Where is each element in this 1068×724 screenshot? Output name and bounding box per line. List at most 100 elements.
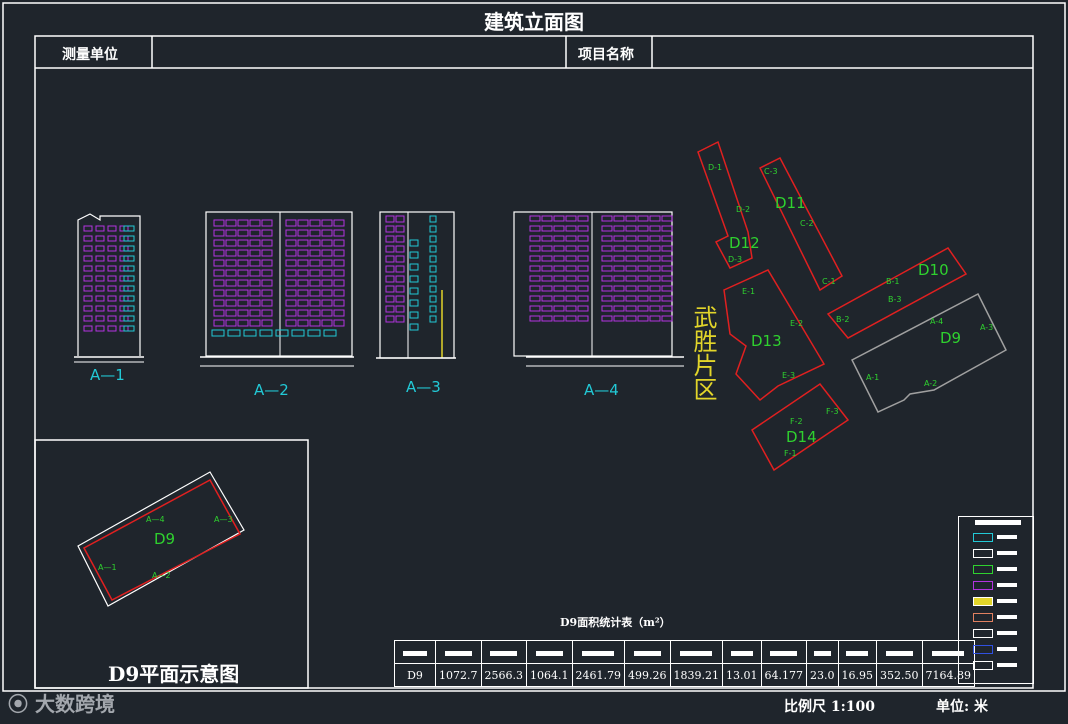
window	[395, 285, 405, 293]
window	[565, 315, 577, 322]
window	[385, 295, 395, 303]
window	[321, 279, 333, 287]
window	[577, 235, 589, 242]
window	[613, 225, 625, 232]
building-label-d10: D10	[918, 261, 949, 279]
window	[529, 215, 541, 222]
window	[261, 259, 273, 267]
window	[285, 259, 297, 267]
window	[649, 275, 661, 282]
window	[297, 229, 309, 237]
window	[309, 309, 321, 317]
window	[333, 249, 345, 257]
survey-unit-label: 测量单位	[62, 47, 118, 63]
elevation-label-a4: A—4	[584, 381, 619, 399]
plan-building-label: D9	[154, 530, 176, 548]
window	[409, 299, 419, 307]
window	[553, 255, 565, 262]
window	[83, 225, 93, 232]
table-cell: 1839.21	[669, 663, 723, 687]
window	[409, 311, 419, 319]
project-name-label: 项目名称	[578, 47, 634, 63]
window	[297, 309, 309, 317]
window	[107, 225, 117, 232]
window	[297, 259, 309, 267]
window	[613, 295, 625, 302]
inner-frame	[34, 35, 1034, 689]
table-cell: 1064.1	[526, 663, 573, 687]
window	[123, 245, 135, 252]
elevation-label-a1: A—1	[90, 366, 125, 384]
window	[123, 255, 135, 262]
window	[613, 275, 625, 282]
window	[309, 229, 321, 237]
window	[321, 229, 333, 237]
window	[395, 295, 405, 303]
window	[649, 305, 661, 312]
window	[395, 315, 405, 323]
window	[309, 249, 321, 257]
window	[553, 285, 565, 292]
svg-text:A-4: A-4	[930, 317, 943, 326]
table-cell: 499.26	[624, 663, 671, 687]
window	[249, 319, 261, 327]
window	[249, 289, 261, 297]
svg-text:C-1: C-1	[822, 277, 836, 286]
window	[285, 219, 297, 227]
window	[625, 235, 637, 242]
window	[261, 269, 273, 277]
window	[309, 299, 321, 307]
window	[285, 289, 297, 297]
window	[285, 299, 297, 307]
window	[613, 245, 625, 252]
window	[237, 299, 249, 307]
window	[661, 255, 673, 262]
window	[637, 305, 649, 312]
window	[625, 215, 637, 222]
window	[83, 245, 93, 252]
window	[333, 219, 345, 227]
window	[297, 269, 309, 277]
drawing-canvas: D-1 D-2 D-3 C-1 C-2 C-3 B-1 B-2 B-3 E-1 …	[2, 2, 1066, 692]
window	[565, 285, 577, 292]
window	[83, 295, 93, 302]
building-d14-outline	[751, 382, 850, 472]
window	[637, 285, 649, 292]
window	[225, 309, 237, 317]
window	[107, 285, 117, 292]
window	[529, 255, 541, 262]
window	[83, 255, 93, 262]
window	[225, 249, 237, 257]
window	[95, 235, 105, 242]
window	[83, 235, 93, 242]
window	[83, 275, 93, 282]
window	[213, 229, 225, 237]
window	[261, 249, 273, 257]
window	[649, 245, 661, 252]
window	[249, 219, 261, 227]
window	[285, 309, 297, 317]
window	[385, 285, 395, 293]
window	[529, 275, 541, 282]
window	[625, 315, 637, 322]
window	[309, 239, 321, 247]
window	[237, 229, 249, 237]
window	[333, 259, 345, 267]
window	[95, 285, 105, 292]
stats-table-title: D9面积统计表（m²）	[560, 616, 671, 629]
outer-frame	[2, 2, 1066, 692]
window	[321, 299, 333, 307]
window	[529, 315, 541, 322]
window	[261, 219, 273, 227]
window	[649, 225, 661, 232]
window	[309, 279, 321, 287]
window	[107, 305, 117, 312]
window	[601, 285, 613, 292]
svg-text:A—3: A—3	[214, 515, 233, 524]
window	[541, 215, 553, 222]
window	[333, 239, 345, 247]
window	[297, 219, 309, 227]
window	[409, 287, 419, 295]
window	[541, 225, 553, 232]
table-cell: 13.01	[722, 663, 762, 687]
